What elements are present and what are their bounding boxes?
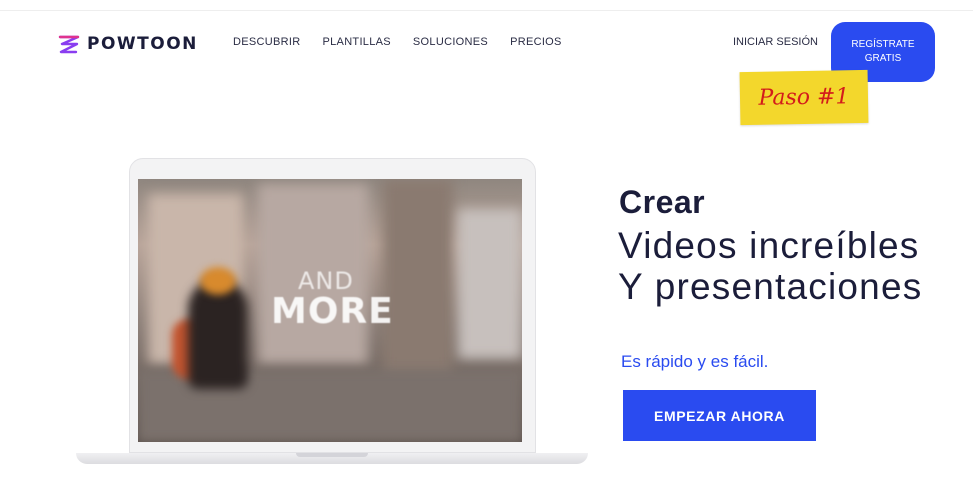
nav-item-soluciones[interactable]: SOLUCIONES xyxy=(413,36,488,48)
nav-item-precios[interactable]: PRECIOS xyxy=(510,36,562,48)
video-overlay-big-text: MORE xyxy=(271,291,394,332)
main-nav: DESCUBRIR PLANTILLAS SOLUCIONES PRECIOS xyxy=(233,36,562,48)
hero-tagline: Es rápido y es fácil. xyxy=(621,352,769,371)
laptop-notch xyxy=(296,453,368,457)
signup-label-line2: GRATIS xyxy=(864,53,902,64)
start-now-button[interactable]: EMPEZAR AHORA xyxy=(623,390,816,441)
nav-item-descubrir[interactable]: DESCUBRIR xyxy=(233,36,301,48)
hero-title-bold: Crear xyxy=(619,184,706,220)
signup-label-line1: REGÍSTRATE xyxy=(851,39,915,50)
nav-item-plantillas[interactable]: PLANTILLAS xyxy=(323,36,391,48)
background-building xyxy=(458,209,522,359)
sticky-note-text: Paso #1 xyxy=(758,84,850,111)
person-hair xyxy=(200,267,236,295)
powtoon-logo[interactable]: POWTOON xyxy=(57,32,198,56)
powtoon-logo-icon xyxy=(58,35,80,54)
logo-text: POWTOON xyxy=(87,34,198,54)
login-link[interactable]: INICIAR SESIÓN xyxy=(733,36,818,48)
video-screen[interactable]: AND MORE xyxy=(138,179,522,442)
person xyxy=(188,279,248,389)
hero-title-line2: Y presentaciones xyxy=(618,266,923,307)
background-building xyxy=(383,179,453,379)
sticky-note: Paso #1 xyxy=(739,69,869,126)
hero-title-line1: Videos increíbles xyxy=(618,225,920,266)
top-divider xyxy=(0,10,973,11)
